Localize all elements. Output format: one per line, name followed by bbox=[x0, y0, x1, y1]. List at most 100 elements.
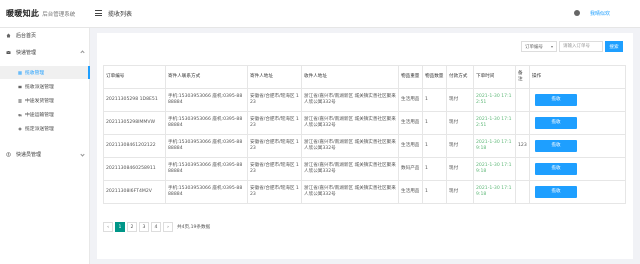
next-page-button[interactable]: › bbox=[163, 222, 173, 232]
sender-address: 安徽省/合肥市/瑶海区 123 bbox=[247, 88, 302, 112]
column-header: 收件人地址 bbox=[301, 65, 399, 89]
item-quantity: 1 bbox=[422, 134, 447, 158]
page-button-3[interactable]: 3 bbox=[139, 222, 149, 232]
pickup-button[interactable]: 揽收 bbox=[535, 94, 577, 106]
pagination-total: 共4页,19条数据 bbox=[177, 225, 211, 230]
receiver-address: 浙江省/嘉兴市/南湖新区 城关镇实善社区聚来人欣公寓332号 bbox=[301, 180, 399, 204]
user-circle-icon bbox=[6, 151, 11, 157]
pickup-button[interactable]: 揽收 bbox=[535, 186, 577, 198]
receiver-address: 浙江省/嘉兴市/南湖新区 城关镇实善社区聚来人欣公寓332号 bbox=[301, 134, 399, 158]
action-cell: 揽收 bbox=[529, 111, 626, 135]
payment-method: 现付 bbox=[446, 134, 474, 158]
order-time: 2021-1-30 17:19:18 bbox=[473, 180, 516, 204]
sidebar: 后台首页 快递管理 揽收管理 揽收派送管理 中途发货管理 中途运输管理 揽定派送… bbox=[0, 28, 90, 264]
sidebar-subitem-pickup[interactable]: 揽收管理 bbox=[0, 66, 90, 79]
pickup-button[interactable]: 揽收 bbox=[535, 163, 577, 175]
item-quantity: 1 bbox=[422, 157, 447, 181]
sidebar-item-label: 快递员管理 bbox=[16, 151, 42, 158]
sidebar-subitem-label: 揽收派送管理 bbox=[25, 85, 54, 90]
sender-contact: 手机:15303953066 座机:0395-8888884 bbox=[165, 88, 248, 112]
grid-icon bbox=[18, 70, 22, 75]
column-header: 操作 bbox=[529, 65, 626, 89]
payment-method: 现付 bbox=[446, 157, 474, 181]
table-row: 20211308460258911 手机:15303953066 座机:0395… bbox=[103, 157, 626, 181]
remark bbox=[515, 88, 530, 112]
sender-address: 安徽省/合肥市/瑶海区 123 bbox=[247, 111, 302, 135]
order-time: 2021-1-30 17:12:51 bbox=[473, 88, 516, 112]
menu-toggle-icon[interactable] bbox=[95, 10, 102, 16]
sidebar-item-home[interactable]: 后台首页 bbox=[0, 28, 90, 42]
sidebar-subitem-label: 揽收管理 bbox=[25, 71, 45, 76]
sender-contact: 手机:15303953066 座机:0395-8888884 bbox=[165, 157, 248, 181]
column-header: 物品数量 bbox=[422, 65, 447, 89]
sidebar-subitem-transit-transport[interactable]: 中途运输管理 bbox=[0, 108, 90, 121]
sender-contact: 手机:15303953066 座机:0395-8888884 bbox=[165, 180, 248, 204]
search-input[interactable] bbox=[559, 41, 603, 52]
page-button-4[interactable]: 4 bbox=[151, 222, 161, 232]
item-quantity: 1 bbox=[422, 88, 447, 112]
column-header: 寄件人地址 bbox=[247, 65, 302, 89]
sender-address: 安徽省/合肥市/瑶海区 123 bbox=[247, 134, 302, 158]
order-number: 20211308460258911 bbox=[103, 157, 166, 181]
pagination: ‹ 1 2 3 4 › 共4页,19条数据 bbox=[103, 222, 210, 232]
logo-subtitle: 后台管理系统 bbox=[42, 11, 76, 18]
column-header: 备注 bbox=[515, 65, 530, 89]
order-number: 20211308461202122 bbox=[103, 134, 166, 158]
sidebar-subitem-scheduled-delivery[interactable]: 揽定派送管理 bbox=[0, 122, 90, 135]
pickup-button[interactable]: 揽收 bbox=[535, 140, 577, 152]
sidebar-subitem-label: 中途运输管理 bbox=[25, 113, 54, 118]
sidebar-subitem-label: 揽定派送管理 bbox=[25, 127, 54, 132]
item-type: 数码产品 bbox=[398, 157, 423, 181]
payment-method: 现付 bbox=[446, 88, 474, 112]
top-bar: 暖暖知此 后台管理系统 揽收列表 我晴似欢 bbox=[0, 0, 640, 28]
search-field-select-value: 订单编号 bbox=[525, 44, 543, 50]
logo-mark: 暖暖知此 bbox=[6, 8, 40, 18]
item-quantity: 1 bbox=[422, 111, 447, 135]
sidebar-subitem-transit-ship[interactable]: 中途发货管理 bbox=[0, 94, 90, 107]
sidebar-item-express[interactable]: 快递管理 bbox=[0, 45, 90, 59]
sidebar-item-label: 快递管理 bbox=[16, 49, 37, 56]
sidebar-subitem-pickup-delivery[interactable]: 揽收派送管理 bbox=[0, 80, 90, 93]
prev-page-button[interactable]: ‹ bbox=[103, 222, 113, 232]
remark: 123 bbox=[515, 134, 530, 158]
remark bbox=[515, 111, 530, 135]
search-button[interactable]: 搜索 bbox=[605, 41, 623, 52]
order-time: 2021-1-30 17:12:51 bbox=[473, 111, 516, 135]
sender-contact: 手机:15303953066 座机:0395-8888884 bbox=[165, 134, 248, 158]
page-title: 揽收列表 bbox=[108, 11, 133, 18]
table-row: 20211308461202122 手机:15303953066 座机:0395… bbox=[103, 134, 626, 158]
user-menu[interactable]: 我晴似欢 bbox=[590, 10, 610, 17]
mail-icon bbox=[6, 50, 11, 54]
table-header-row: 订单编号 寄件人联系方式 寄件人地址 收件人地址 物品重量 物品数量 付款方式 … bbox=[103, 65, 626, 89]
column-header: 订单编号 bbox=[103, 65, 166, 89]
sidebar-item-courier[interactable]: 快递员管理 bbox=[0, 147, 90, 161]
chevron-down-icon bbox=[80, 151, 85, 157]
pickup-button[interactable]: 揽收 bbox=[535, 117, 577, 129]
order-number: 20211308l6FT4M2V bbox=[103, 180, 166, 204]
order-number: 20211305298lMMVW bbox=[103, 111, 166, 135]
page-button-1[interactable]: 1 bbox=[115, 222, 125, 232]
sender-address: 安徽省/合肥市/瑶海区 123 bbox=[247, 157, 302, 181]
sender-contact: 手机:15303953066 座机:0395-8888884 bbox=[165, 111, 248, 135]
receiver-address: 浙江省/嘉兴市/南湖新区 城关镇实善社区聚来人欣公寓332号 bbox=[301, 157, 399, 181]
payment-method: 现付 bbox=[446, 111, 474, 135]
action-cell: 揽收 bbox=[529, 157, 626, 181]
sidebar-subitem-label: 中途发货管理 bbox=[25, 99, 54, 104]
column-header: 寄件人联系方式 bbox=[165, 65, 248, 89]
item-type: 生活用品 bbox=[398, 180, 423, 204]
list-icon bbox=[18, 98, 22, 103]
logo: 暖暖知此 后台管理系统 bbox=[6, 7, 75, 20]
item-type: 生活用品 bbox=[398, 88, 423, 112]
search-field-select[interactable]: 订单编号 bbox=[521, 41, 557, 52]
receiver-address: 浙江省/嘉兴市/南湖新区 城关镇实善社区聚来人欣公寓332号 bbox=[301, 111, 399, 135]
payment-method: 现付 bbox=[446, 180, 474, 204]
remark bbox=[515, 180, 530, 204]
page-button-2[interactable]: 2 bbox=[127, 222, 137, 232]
receiver-address: 浙江省/嘉兴市/南湖新区 城关镇实善社区聚来人欣公寓332号 bbox=[301, 88, 399, 112]
box-icon bbox=[18, 85, 22, 88]
orders-table: 订单编号 寄件人联系方式 寄件人地址 收件人地址 物品重量 物品数量 付款方式 … bbox=[103, 65, 626, 204]
table-row: 20211305298lMMVW 手机:15303953066 座机:0395-… bbox=[103, 111, 626, 135]
palette-icon[interactable] bbox=[574, 10, 580, 16]
item-type: 生活用品 bbox=[398, 134, 423, 158]
table-row: 20211308l6FT4M2V 手机:15303953066 座机:0395-… bbox=[103, 180, 626, 204]
